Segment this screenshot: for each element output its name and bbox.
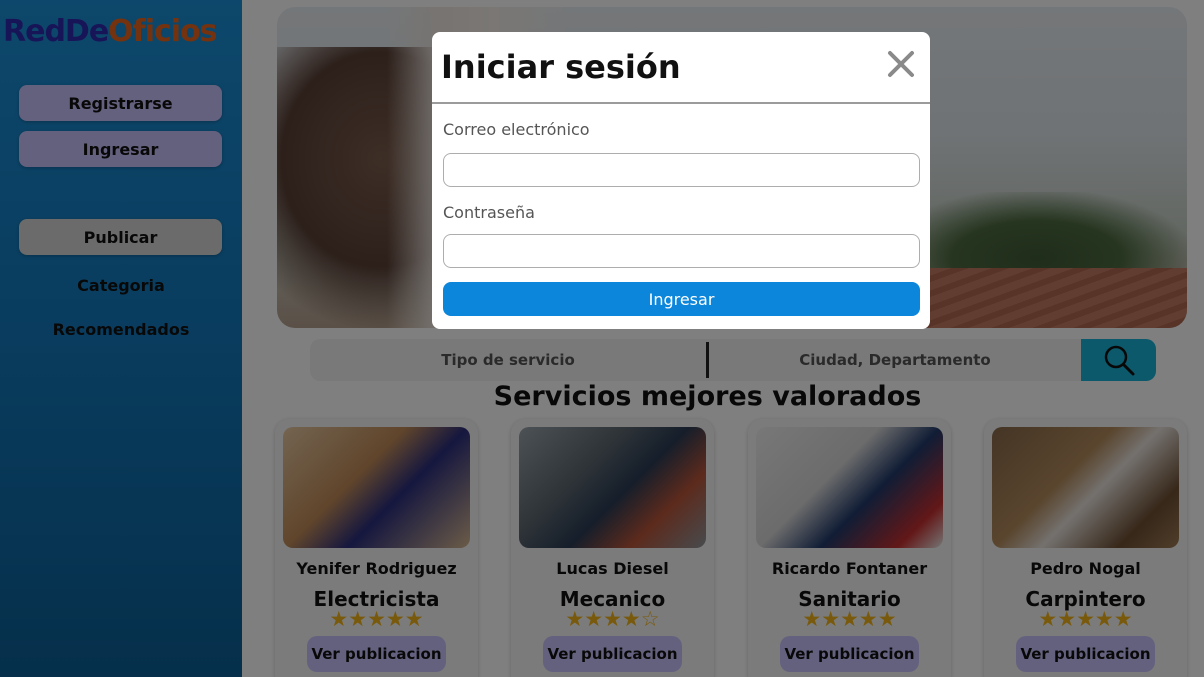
password-label: Contraseña (443, 203, 535, 222)
email-label: Correo electrónico (443, 120, 590, 139)
login-modal: Iniciar sesión Correo electrónico Contra… (432, 32, 930, 329)
close-button[interactable] (886, 46, 916, 82)
close-icon (888, 51, 914, 77)
modal-header: Iniciar sesión (432, 32, 930, 104)
modal-title: Iniciar sesión (441, 48, 681, 86)
login-submit-button[interactable]: Ingresar (443, 282, 920, 316)
email-field[interactable] (443, 153, 920, 187)
password-field[interactable] (443, 234, 920, 268)
